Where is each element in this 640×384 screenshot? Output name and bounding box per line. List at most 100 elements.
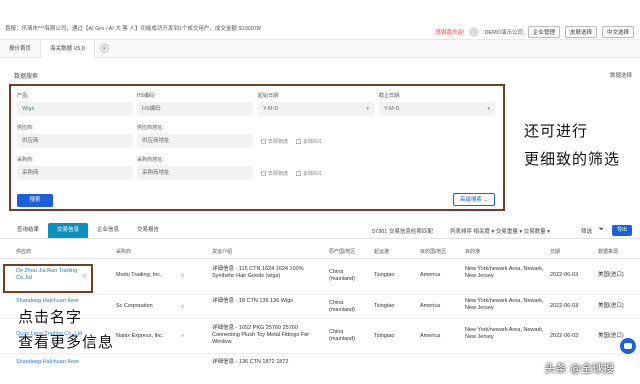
cargo-desc[interactable]: 详细信息 - 115 CTN 1624 1624 100% Synthetic … (212, 266, 322, 280)
destination: America (420, 272, 441, 278)
announcement-text: 喜报：乐清市***有限公司，通过【AI Gro / AI 大 客 人】功能成功开… (5, 26, 262, 32)
annotation-filter-1: 还可进行 (524, 122, 589, 140)
advanced-search-label: 高级搜索 (459, 197, 482, 203)
end-date-select[interactable]: Y-M-D ▾ (379, 102, 495, 116)
top-right-controls: 感谢喜大运! DEMO演示公司 企业管理 皮肤选择 中文选择 (435, 26, 634, 38)
product-label: 产品: (17, 93, 29, 99)
buyer-name[interactable]: Nanix Express, Inc. (116, 333, 163, 340)
destination: America (420, 303, 441, 309)
supplier-input[interactable]: 供应商 (17, 134, 133, 148)
buyer-name[interactable]: Sc Corporation (116, 303, 153, 310)
tab-home[interactable]: 报价首页 (0, 39, 42, 58)
result-count: 57301 交易信息检索匹配 (372, 229, 433, 235)
remove-nvl-checkbox-2[interactable]: 去除NVL (296, 170, 323, 177)
buyer-input[interactable]: 采购商 (17, 166, 133, 180)
cargo-desc[interactable]: 详细信息 - 18 CTN 136 136 Wigs (212, 298, 322, 305)
supplier-address-input[interactable]: 供应商地址 (137, 134, 253, 148)
page-tabs: 报价首页 海关数据 V5.0 ⚙ (0, 39, 640, 58)
filter-panel: 产品: Wigs HS编码: HS编码 起始日期: Y-M-D ▾ 截止日期: Y… (9, 84, 505, 211)
search-icon[interactable]: ⌕ (181, 304, 184, 311)
chevron-down-icon: ▾ (366, 106, 369, 112)
tab-trade-report[interactable]: 交易报告 (128, 223, 168, 238)
date: 2022-06-03 (550, 333, 579, 339)
search-icon[interactable]: ⌕ (181, 333, 184, 340)
chevron-down-icon: ⌄ (483, 197, 489, 203)
date: 2022-06-03 (550, 272, 579, 278)
col-source: 数据来源 (598, 249, 619, 255)
chevron-down-icon: ▾ (487, 106, 490, 112)
origin: China (mainland) (329, 269, 355, 282)
col-port-to: 目的港 (465, 249, 481, 255)
buyer-label: 采购商: (17, 157, 34, 163)
data-source: 美国(进口) (598, 333, 624, 339)
company-manage-button[interactable]: 企业管理 (527, 26, 560, 38)
col-buyer[interactable]: 采购商 (116, 248, 131, 255)
port-from: Tsingtao (374, 272, 395, 278)
port-from: Tsingtao (374, 303, 395, 309)
chat-icon[interactable] (620, 338, 636, 354)
tab-customs-data[interactable]: 海关数据 V5.0 (41, 39, 95, 58)
product-input[interactable]: Wigs (17, 102, 133, 116)
start-date-value: Y-M-D (263, 106, 279, 112)
remove-logistics-label-2: 去除物流 (268, 171, 289, 177)
search-icon[interactable]: ⌕ (181, 273, 184, 280)
tab-query-results[interactable]: 查询结果 (8, 223, 48, 238)
advanced-search-button[interactable]: 高级搜索 ⌄ (453, 193, 495, 206)
start-date-select[interactable]: Y-M-D ▾ (258, 102, 374, 116)
hs-code-input[interactable]: HS编码 (137, 102, 253, 116)
end-date-value: Y-M-D (384, 106, 400, 112)
cargo-desc[interactable]: 详细信息 - 136 CTN 1872 1872 (212, 359, 322, 366)
supplier-name[interactable]: Shandong Haichuan Keer (16, 298, 88, 305)
date: 2022-06-03 (550, 303, 579, 309)
search-button[interactable]: 搜索 (17, 194, 53, 207)
export-button[interactable]: 导出 (612, 225, 632, 236)
hs-code-label: HS编码: (137, 93, 156, 99)
annotation-filter-2: 更细致的筛选 (524, 150, 621, 168)
destination: America (420, 333, 441, 339)
language-select-button[interactable]: 中文选择 (601, 26, 634, 38)
skin-select-button[interactable]: 皮肤选择 (564, 26, 597, 38)
annotation-click-1: 点击名字 (18, 308, 83, 326)
col-port-from: 起运港 (374, 249, 390, 255)
remove-nvl-label: 去除NVL (303, 139, 323, 145)
table-header: 供应商 采购商 货运介绍 原产国/地区 起运港 目的国/地区 目的港 日期 数据… (0, 243, 640, 259)
origin: China (mainland) (329, 300, 355, 313)
cargo-desc[interactable]: 详细信息 - 1652 PKG 25760 25760 Connecting P… (212, 325, 322, 346)
table-row[interactable]: Shandong Haichuan Keer Sc Corporation ⌕ … (0, 295, 640, 319)
port-to: New York/newark Area, Newark, New Jersey (465, 266, 544, 279)
start-date-label: 起始日期: (258, 93, 280, 99)
remove-logistics-checkbox[interactable]: 去除物流 (261, 138, 288, 145)
col-origin: 原产国/地区 (329, 249, 356, 255)
top-bar: 喜报：乐清市***有限公司，通过【AI Gro / AI 大 客 人】功能成功开… (0, 0, 640, 40)
supplier-address-label: 供应商地址: (137, 125, 164, 131)
origin: China (mainland) (329, 329, 355, 342)
sort-controls[interactable]: 列表排序 相关度 ▾ 交易重量 ▾ 交易数量 ▾ (450, 227, 550, 235)
watermark: 头条 @全球搜 (544, 362, 615, 375)
hot-tag[interactable]: 感谢喜大运! (435, 28, 464, 36)
buyer-address-label: 采购商地址: (137, 157, 164, 163)
filter-label[interactable]: 筛选 (581, 227, 592, 235)
col-dest: 目的国/地区 (420, 249, 447, 255)
col-date: 日期 (550, 249, 561, 255)
annotation-click-2: 查看更多信息 (18, 333, 115, 351)
tab-trade-info[interactable]: 交易信息 (48, 223, 89, 238)
data-source: 美国(进口) (598, 303, 624, 309)
col-cargo: 货运介绍 (212, 249, 233, 255)
tab-company-info[interactable]: 企业信息 (88, 223, 128, 238)
remove-nvl-checkbox[interactable]: 去除NVL (296, 138, 323, 145)
remove-nvl-label-2: 去除NVL (303, 171, 323, 177)
tab-settings-icon[interactable]: ⚙ (99, 44, 109, 53)
remove-logistics-checkbox-2[interactable]: 去除物流 (261, 170, 288, 177)
col-supplier[interactable]: 供应商 (16, 248, 31, 255)
filter-icon[interactable]: ⏷ (598, 226, 604, 234)
table-row[interactable]: De Zhou Jia Ran Trading Co.,ltd ⌕ Modu T… (0, 260, 640, 295)
end-date-label: 截止日期: (379, 93, 401, 99)
supplier-name[interactable]: Shandong Haichuan Keer (16, 359, 88, 366)
data-select-link[interactable]: 数据选择 (610, 71, 632, 79)
supplier-label: 供应商: (17, 125, 34, 131)
buyer-name[interactable]: Modu Trading, Inc. (116, 272, 162, 279)
port-from: Tsingtao (374, 333, 395, 339)
buyer-address-input[interactable]: 采购商地址 (137, 166, 253, 180)
account-name[interactable]: DEMO演示公司 (484, 28, 523, 36)
avatar[interactable] (469, 27, 480, 37)
